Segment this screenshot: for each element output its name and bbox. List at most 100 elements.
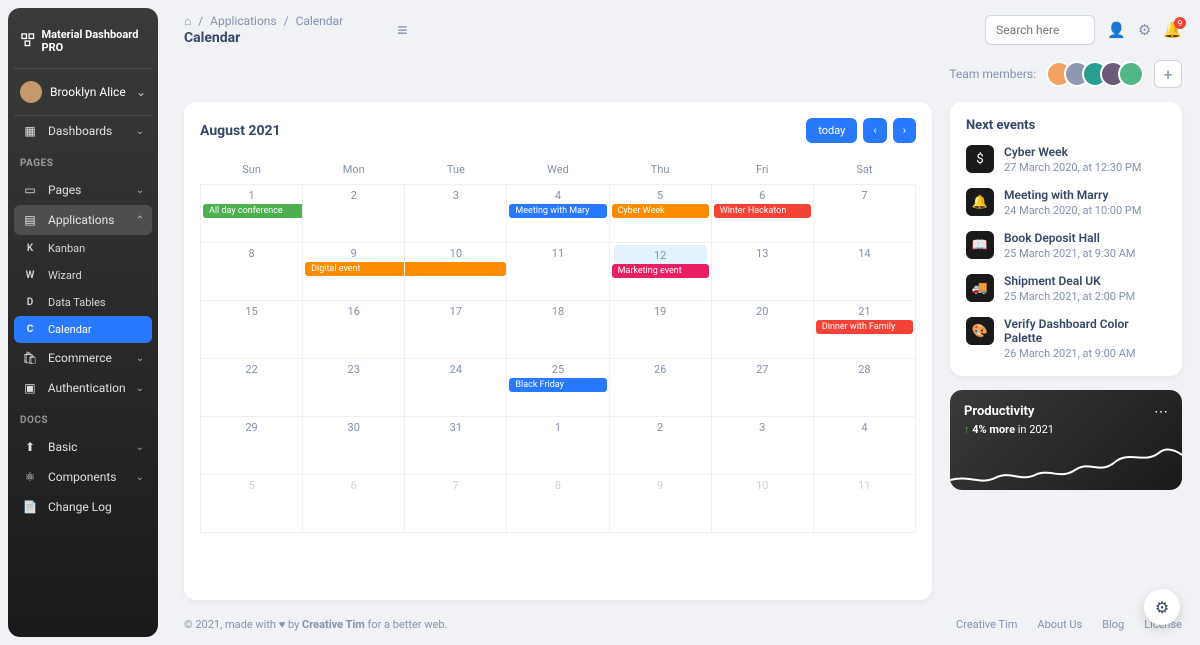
breadcrumb-l1[interactable]: Applications	[210, 14, 276, 28]
notifications-icon[interactable]: 🔔9	[1163, 21, 1182, 39]
settings-fab[interactable]: ⚙	[1144, 589, 1180, 625]
cal-cell[interactable]: 17	[405, 301, 507, 359]
nav-authentication[interactable]: ▣ Authentication ⌄	[14, 373, 152, 403]
event[interactable]: Cyber Week	[612, 204, 709, 218]
settings-icon[interactable]: ⚙	[1138, 21, 1151, 39]
cal-cell[interactable]: 10	[405, 243, 507, 301]
cal-cell[interactable]: 4	[813, 417, 915, 475]
nav-basic[interactable]: ⬆ Basic ⌄	[14, 432, 152, 462]
event[interactable]: Dinner with Family	[816, 320, 913, 334]
event[interactable]: Digital event	[305, 262, 404, 276]
cal-cell[interactable]: 16	[303, 301, 405, 359]
cal-cell[interactable]: 9	[609, 475, 711, 533]
cal-cell[interactable]: 31	[405, 417, 507, 475]
today-button[interactable]: today	[806, 118, 857, 143]
cal-cell[interactable]: 8	[507, 475, 609, 533]
productivity-card: Productivity ↑ 4% more in 2021 ⋯	[950, 390, 1182, 490]
cal-cell[interactable]: 2	[303, 185, 405, 243]
cal-cell[interactable]: 5Cyber Week	[609, 185, 711, 243]
footer-brand[interactable]: Creative Tim	[302, 618, 365, 631]
trend-up-icon: ↑	[964, 423, 970, 436]
cart-icon: 🛍	[22, 351, 38, 365]
cal-cell[interactable]: 6	[303, 475, 405, 533]
nav-dashboards[interactable]: ▦ Dashboards ⌄	[14, 116, 152, 146]
event-item[interactable]: 📖Book Deposit Hall25 March 2021, at 9:30…	[966, 231, 1166, 260]
cal-cell[interactable]: 12Marketing event	[609, 243, 711, 301]
cal-cell[interactable]: 1	[507, 417, 609, 475]
event-item[interactable]: $Cyber Week27 March 2020, at 12:30 PM	[966, 145, 1166, 174]
cal-cell[interactable]: 26	[609, 359, 711, 417]
footer-link[interactable]: Creative Tim	[956, 618, 1017, 631]
event[interactable]: Winter Hackaton	[714, 204, 811, 218]
search-input[interactable]	[985, 15, 1095, 45]
footer-link[interactable]: About Us	[1037, 618, 1082, 631]
cal-cell[interactable]: 9Digital event	[303, 243, 405, 301]
nav-pages[interactable]: ▭ Pages ⌄	[14, 175, 152, 205]
cal-cell[interactable]: 1All day conference	[201, 185, 303, 243]
cal-cell[interactable]: 7	[813, 185, 915, 243]
cal-cell[interactable]: 4Meeting with Mary	[507, 185, 609, 243]
cal-cell[interactable]: 18	[507, 301, 609, 359]
team-member-avatar[interactable]	[1118, 61, 1144, 87]
cal-cell[interactable]: 19	[609, 301, 711, 359]
chevron-down-icon: ⌄	[136, 185, 144, 196]
cal-cell[interactable]: 13	[711, 243, 813, 301]
cal-cell[interactable]: 10	[711, 475, 813, 533]
event-item[interactable]: 🎨Verify Dashboard Color Palette26 March …	[966, 317, 1166, 360]
cal-cell[interactable]: 15	[201, 301, 303, 359]
nav-changelog[interactable]: 📄 Change Log	[14, 492, 152, 522]
event[interactable]: All day conference	[203, 204, 302, 218]
cal-cell[interactable]: 30	[303, 417, 405, 475]
productivity-stat: ↑ 4% more in 2021	[964, 423, 1168, 436]
cal-cell[interactable]: 5	[201, 475, 303, 533]
section-docs: DOCS	[14, 403, 152, 432]
cal-cell[interactable]: 29	[201, 417, 303, 475]
subnav-wizard[interactable]: WWizard	[14, 262, 152, 289]
team-row: Team members: +	[184, 60, 1182, 88]
cal-cell[interactable]: 6Winter Hackaton	[711, 185, 813, 243]
account-icon[interactable]: 👤	[1107, 21, 1126, 39]
home-icon[interactable]: ⌂	[184, 14, 191, 28]
nav-components[interactable]: ⚛ Components ⌄	[14, 462, 152, 492]
next-month-button[interactable]: ›	[893, 118, 916, 143]
page-title: Calendar	[184, 30, 343, 46]
prev-month-button[interactable]: ‹	[863, 118, 886, 143]
cal-cell[interactable]: 14	[813, 243, 915, 301]
add-member-button[interactable]: +	[1154, 60, 1182, 88]
subnav-kanban[interactable]: KKanban	[14, 235, 152, 262]
subnav-calendar[interactable]: CCalendar	[14, 316, 152, 343]
cal-cell[interactable]: 27	[711, 359, 813, 417]
cal-cell[interactable]: 24	[405, 359, 507, 417]
cal-cell[interactable]: 28	[813, 359, 915, 417]
event-item[interactable]: 🔔Meeting with Marry24 March 2020, at 10:…	[966, 188, 1166, 217]
sidebar-user[interactable]: Brooklyn Alice ⌄	[14, 69, 152, 116]
chevron-up-icon: ⌃	[136, 215, 144, 226]
productivity-title: Productivity	[964, 404, 1168, 419]
cal-cell[interactable]: 25Black Friday	[507, 359, 609, 417]
cal-cell[interactable]: 8	[201, 243, 303, 301]
cal-cell[interactable]: 11	[507, 243, 609, 301]
nav-ecommerce[interactable]: 🛍 Ecommerce ⌄	[14, 343, 152, 373]
nav-applications[interactable]: ▤ Applications ⌃	[14, 205, 152, 235]
subnav-datatables[interactable]: DData Tables	[14, 289, 152, 316]
book-icon: 📖	[966, 231, 994, 259]
event[interactable]: Marketing event	[612, 264, 709, 278]
event[interactable]: Meeting with Mary	[509, 204, 606, 218]
cal-cell[interactable]: 11	[813, 475, 915, 533]
brand-logo[interactable]: Material Dashboard PRO	[14, 20, 152, 69]
cal-cell[interactable]: 2	[609, 417, 711, 475]
chevron-down-icon: ⌄	[136, 472, 144, 483]
cal-cell[interactable]: 20	[711, 301, 813, 359]
hamburger-icon[interactable]: ≡	[397, 20, 408, 41]
more-icon[interactable]: ⋯	[1154, 404, 1168, 420]
event-item[interactable]: 🚚Shipment Deal UK25 March 2021, at 2:00 …	[966, 274, 1166, 303]
cal-cell[interactable]: 21Dinner with Family	[813, 301, 915, 359]
sidebar: Material Dashboard PRO Brooklyn Alice ⌄ …	[8, 8, 158, 637]
footer-link[interactable]: Blog	[1102, 618, 1124, 631]
cal-cell[interactable]: 3	[405, 185, 507, 243]
event[interactable]: Black Friday	[509, 378, 606, 392]
cal-cell[interactable]: 7	[405, 475, 507, 533]
cal-cell[interactable]: 22	[201, 359, 303, 417]
cal-cell[interactable]: 3	[711, 417, 813, 475]
cal-cell[interactable]: 23	[303, 359, 405, 417]
